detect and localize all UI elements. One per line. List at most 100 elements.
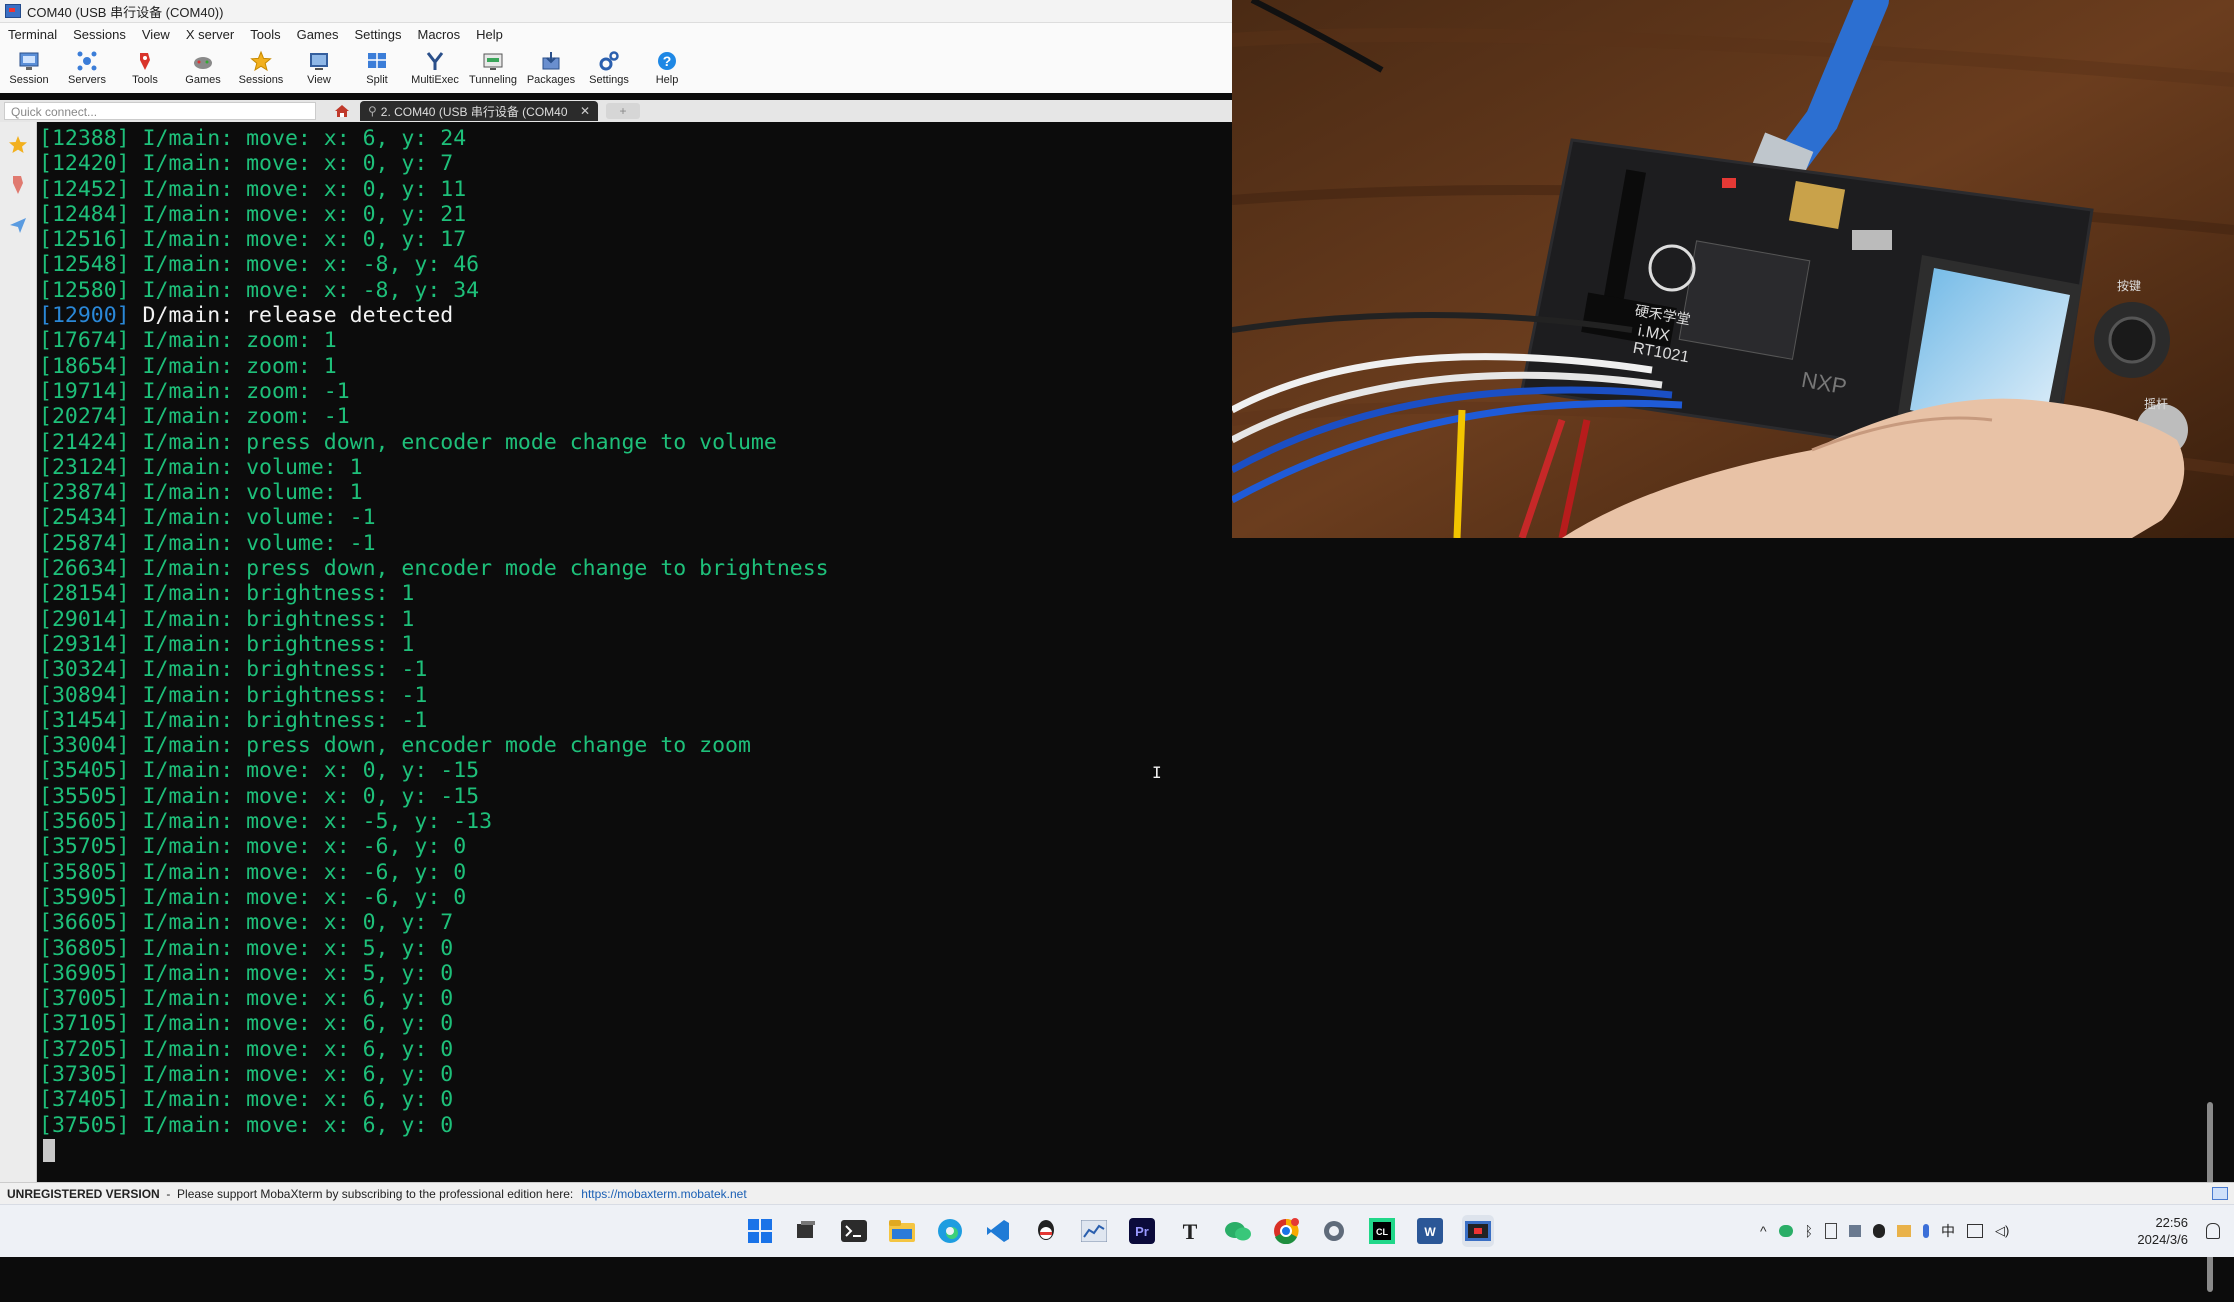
sessions-button[interactable]: Sessions [232, 45, 290, 86]
sidebar-macros[interactable] [3, 208, 33, 242]
serial-tab-icon: ⚲ [368, 104, 377, 118]
menu-x-server[interactable]: X server [178, 27, 242, 42]
terminal-line: [30894] I/main: brightness: -1 [37, 683, 2217, 708]
log-message: I/main: zoom: -1 [129, 404, 350, 430]
ime-indicator[interactable]: 中 [1941, 1221, 1955, 1241]
multiexec-button[interactable]: MultiExec [406, 45, 464, 86]
log-message: I/main: move: x: -5, y: -13 [129, 809, 493, 835]
log-message: I/main: move: x: 6, y: 0 [129, 1061, 454, 1087]
terminal-line: [35905] I/main: move: x: -6, y: 0 [37, 885, 2217, 910]
tunneling-button[interactable]: Tunneling [464, 45, 522, 86]
speaker-icon[interactable]: ◁) [1995, 1223, 2009, 1239]
multiexec-icon [423, 49, 447, 73]
log-message: D/main: release detected [129, 303, 454, 329]
system-tray: ^ ᛒ 中 ◁) [1760, 1219, 2009, 1243]
log-timestamp: [20274] [39, 404, 130, 430]
menu-tools[interactable]: Tools [242, 27, 288, 42]
windows-start-icon[interactable] [744, 1215, 776, 1247]
microphone-icon[interactable] [1922, 1224, 1929, 1238]
log-message: I/main: volume: -1 [129, 530, 376, 556]
folder-tray-icon[interactable] [1896, 1225, 1911, 1237]
view-button[interactable]: View [290, 45, 348, 86]
board-text-6: 摇杆 [2144, 397, 2168, 411]
notification-bell-icon[interactable] [2206, 1223, 2220, 1239]
quick-connect-input[interactable]: Quick connect... [4, 102, 316, 120]
qq-icon[interactable] [1030, 1215, 1062, 1247]
log-message: I/main: move: x: 0, y: -15 [129, 758, 480, 784]
menu-games[interactable]: Games [289, 27, 347, 42]
qq-tray-icon[interactable] [1872, 1224, 1885, 1238]
premiere-icon[interactable]: Pr [1126, 1215, 1158, 1247]
chevron-up-icon[interactable]: ^ [1760, 1223, 1767, 1239]
chart-app-icon[interactable] [1078, 1215, 1110, 1247]
log-message: I/main: move: x: 0, y: 11 [129, 176, 467, 202]
home-icon [335, 105, 349, 117]
tools-button[interactable]: Tools [116, 45, 174, 86]
typora-icon[interactable]: T [1174, 1215, 1206, 1247]
log-timestamp: [33004] [39, 733, 130, 759]
help-button[interactable]: ? Help [638, 45, 696, 86]
gear-icon [597, 49, 621, 73]
log-message: I/main: press down, encoder mode change … [129, 429, 777, 455]
settings-button[interactable]: Settings [580, 45, 638, 86]
log-timestamp: [35605] [39, 809, 130, 835]
menu-settings[interactable]: Settings [347, 27, 410, 42]
status-monitor-icon[interactable] [2212, 1187, 2228, 1200]
vscode-icon[interactable] [982, 1215, 1014, 1247]
bluetooth-icon[interactable]: ᛒ [1805, 1223, 1813, 1239]
log-message: I/main: move: x: 5, y: 0 [129, 935, 454, 961]
log-message: I/main: move: x: 6, y: 0 [129, 1011, 454, 1037]
session-button[interactable]: Session [0, 45, 58, 86]
terminal-line: [30324] I/main: brightness: -1 [37, 657, 2217, 682]
tunneling-label: Tunneling [469, 74, 517, 86]
usb-icon[interactable] [1824, 1223, 1837, 1239]
log-timestamp: [36805] [39, 935, 130, 961]
menu-terminal[interactable]: Terminal [0, 27, 65, 42]
log-timestamp: [30324] [39, 657, 130, 683]
taskbar-clock[interactable]: 22:56 2024/3/6 [2137, 1214, 2188, 1248]
support-message: - Please support MobaXterm by subscribin… [159, 1187, 574, 1201]
menu-view[interactable]: View [134, 27, 178, 42]
tools-icon [133, 49, 157, 73]
sidebar-tools[interactable] [3, 168, 33, 202]
window-title-bar[interactable]: COM40 (USB 串行设备 (COM40)) [0, 0, 1232, 23]
wechat-tray-icon[interactable] [1778, 1225, 1793, 1237]
status-bar: UNREGISTERED VERSION - Please support Mo… [0, 1182, 2234, 1205]
close-tab-icon[interactable]: ✕ [580, 104, 590, 118]
home-tab[interactable] [328, 101, 356, 121]
games-icon [191, 49, 215, 73]
split-button[interactable]: Split [348, 45, 406, 86]
terminal-line: [29314] I/main: brightness: 1 [37, 632, 2217, 657]
webcam-overlay: 硬禾学堂 i.MX RT1021 NXP 按键 摇杆 [1232, 0, 2234, 538]
packages-button[interactable]: Packages [522, 45, 580, 86]
network-icon[interactable] [1966, 1224, 1983, 1238]
clion-icon[interactable]: CL [1366, 1215, 1398, 1247]
mobaxterm-icon[interactable] [1462, 1215, 1494, 1247]
wechat-icon[interactable] [1222, 1215, 1254, 1247]
log-message: I/main: volume: 1 [129, 454, 363, 480]
menu-help[interactable]: Help [468, 27, 511, 42]
servers-button[interactable]: Servers [58, 45, 116, 86]
view-label: View [307, 74, 331, 86]
menu-sessions[interactable]: Sessions [65, 27, 134, 42]
log-timestamp: [12900] [39, 303, 130, 329]
sidebar-sessions[interactable] [3, 128, 33, 162]
terminal-icon[interactable] [838, 1215, 870, 1247]
tools-label: Tools [132, 74, 158, 86]
log-message: I/main: move: x: 6, y: 0 [129, 986, 454, 1012]
log-timestamp: [36905] [39, 960, 130, 986]
terminal-line: [37005] I/main: move: x: 6, y: 0 [37, 986, 2217, 1011]
games-button[interactable]: Games [174, 45, 232, 86]
chrome-icon[interactable] [1270, 1215, 1302, 1247]
menu-macros[interactable]: Macros [409, 27, 468, 42]
new-tab-button[interactable]: + [606, 103, 640, 119]
edge-icon[interactable] [934, 1215, 966, 1247]
file-explorer-icon[interactable] [886, 1215, 918, 1247]
display-icon[interactable] [1848, 1225, 1861, 1237]
log-timestamp: [37005] [39, 986, 130, 1012]
settings-icon[interactable] [1318, 1215, 1350, 1247]
word-icon[interactable]: W [1414, 1215, 1446, 1247]
task-view-icon[interactable] [790, 1215, 822, 1247]
session-tab-com40[interactable]: ⚲ 2. COM40 (USB 串行设备 (COM40 ✕ [360, 101, 598, 121]
mobatek-link[interactable]: https://mobaxterm.mobatek.net [581, 1187, 746, 1201]
